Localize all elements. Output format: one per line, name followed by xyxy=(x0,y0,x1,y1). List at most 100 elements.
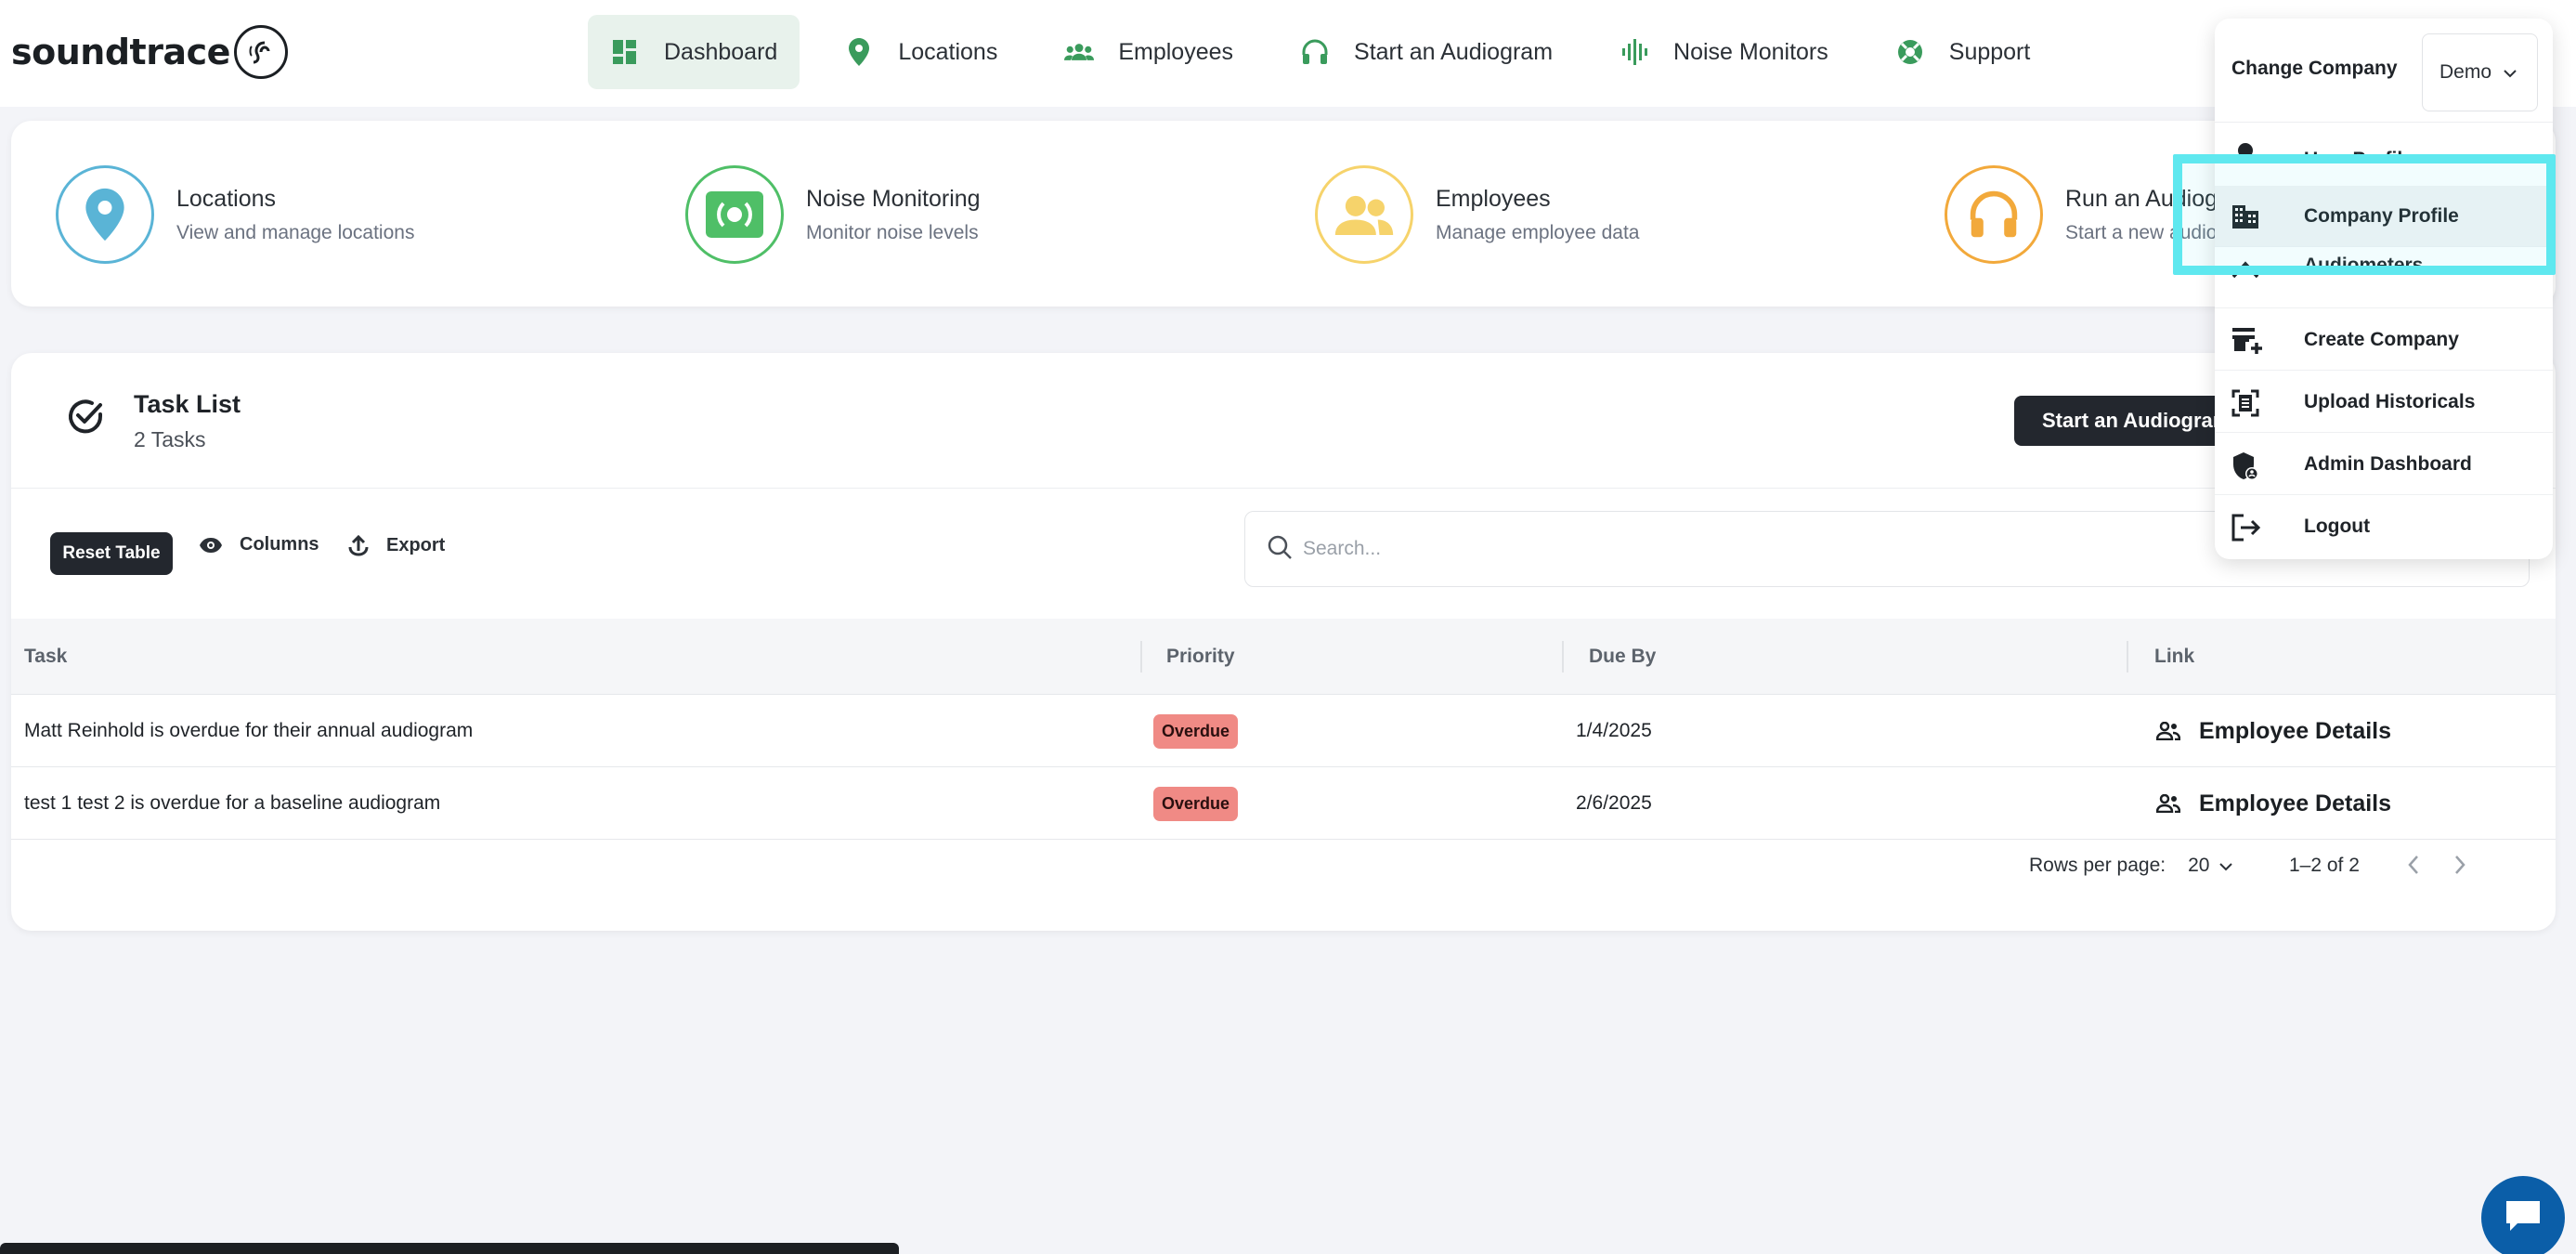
quick-action-subtitle: Monitor noise levels xyxy=(806,221,979,243)
people-icon xyxy=(1315,165,1413,264)
quick-action-locations[interactable]: Locations View and manage locations xyxy=(56,165,414,264)
link-label: Employee Details xyxy=(2199,717,2392,744)
export-icon xyxy=(347,534,370,556)
logout-icon xyxy=(2231,514,2261,547)
column-header-task[interactable]: Task xyxy=(11,619,67,695)
ear-icon xyxy=(233,25,288,79)
rows-per-page-label: Rows per page: xyxy=(2029,855,2166,876)
task-list-header: Task List 2 Tasks Start an Audiogram xyxy=(11,353,2556,489)
bottom-toast-bar xyxy=(0,1243,899,1254)
task-list-card: Task List 2 Tasks Start an Audiogram Res… xyxy=(11,353,2556,931)
menu-item-label: Upload Historicals xyxy=(2304,390,2476,412)
prev-page-button[interactable] xyxy=(2407,855,2420,875)
selection-highlight xyxy=(2173,154,2556,275)
location-pin-icon xyxy=(844,37,874,67)
headphones-icon xyxy=(1945,165,2043,264)
columns-button[interactable]: Columns xyxy=(199,534,319,555)
chevron-down-icon xyxy=(2503,61,2517,84)
company-select[interactable]: Demo xyxy=(2422,33,2538,111)
priority-cell: Overdue xyxy=(1153,695,1239,767)
lifebuoy-icon xyxy=(1895,37,1925,67)
sound-wave-icon xyxy=(1620,37,1649,67)
people-icon xyxy=(1064,37,1095,67)
column-header-due-by[interactable]: Due By xyxy=(1576,619,1656,695)
menu-item-upload-historicals[interactable]: Upload Historicals xyxy=(2215,372,2553,433)
overdue-badge: Overdue xyxy=(1153,713,1239,749)
export-label: Export xyxy=(386,534,446,555)
admin-shield-icon xyxy=(2231,451,2259,487)
rows-per-page: Rows per page: 20 xyxy=(2029,855,2233,877)
quick-action-employees[interactable]: Employees Manage employee data xyxy=(1315,165,1640,264)
link-label: Employee Details xyxy=(2199,790,2392,816)
task-cell: test 1 test 2 is overdue for a baseline … xyxy=(24,792,441,814)
employee-details-link[interactable]: Employee Details xyxy=(2156,767,2391,840)
chevron-right-icon xyxy=(2455,856,2465,874)
nav-locations[interactable]: Locations xyxy=(822,15,1020,89)
chat-widget-button[interactable] xyxy=(2481,1176,2565,1254)
chevron-down-icon xyxy=(2218,855,2233,877)
due-date-cell: 2/6/2025 xyxy=(1576,792,1652,814)
column-divider[interactable] xyxy=(1562,641,1564,673)
task-cell: Matt Reinhold is overdue for their annua… xyxy=(24,720,474,741)
menu-item-label: Create Company xyxy=(2304,328,2459,350)
column-header-link[interactable]: Link xyxy=(2141,619,2194,695)
menu-item-logout[interactable]: Logout xyxy=(2215,496,2553,557)
quick-action-title: Locations xyxy=(176,185,277,212)
column-header-priority[interactable]: Priority xyxy=(1153,619,1235,695)
page-range: 1–2 of 2 xyxy=(2289,855,2360,876)
nav-label: Start an Audiogram xyxy=(1354,38,1554,65)
nav-start-audiogram[interactable]: Start an Audiogram xyxy=(1278,15,1575,89)
menu-item-admin-dashboard[interactable]: Admin Dashboard xyxy=(2215,434,2553,495)
company-select-value: Demo xyxy=(2439,61,2492,83)
rows-per-page-value: 20 xyxy=(2188,855,2210,876)
headphones-icon xyxy=(1300,37,1330,67)
noise-monitor-icon xyxy=(685,165,784,264)
location-pin-icon xyxy=(56,165,154,264)
check-circle-icon xyxy=(65,396,106,441)
quick-action-noise-monitoring[interactable]: Noise Monitoring Monitor noise levels xyxy=(685,165,981,264)
nav-employees[interactable]: Employees xyxy=(1042,15,1255,89)
change-company-label: Change Company xyxy=(2231,58,2398,79)
people-icon xyxy=(2156,722,2180,740)
nav-support[interactable]: Support xyxy=(1873,15,2053,89)
quick-action-title: Employees xyxy=(1436,185,1551,212)
document-scan-icon xyxy=(2231,389,2259,423)
eye-icon xyxy=(199,537,223,554)
quick-action-title: Noise Monitoring xyxy=(806,185,981,212)
brand-name: soundtrace xyxy=(11,32,230,72)
quick-action-subtitle: View and manage locations xyxy=(176,221,415,243)
logo[interactable]: soundtrace xyxy=(11,24,288,80)
account-menu: Change Company Demo User Profile Company… xyxy=(2215,19,2553,559)
priority-cell: Overdue xyxy=(1153,767,1239,840)
export-button[interactable]: Export xyxy=(347,534,445,556)
table-header: Task Priority Due By Link xyxy=(11,619,2556,695)
nav-label: Support xyxy=(1948,38,2031,65)
search-icon xyxy=(1268,535,1292,564)
columns-label: Columns xyxy=(240,534,319,555)
menu-item-create-company[interactable]: Create Company xyxy=(2215,309,2553,371)
menu-item-label: Logout xyxy=(2304,516,2371,537)
nav-label: Dashboard xyxy=(664,38,778,65)
reset-table-button[interactable]: Reset Table xyxy=(50,532,173,575)
overdue-badge: Overdue xyxy=(1153,786,1239,821)
people-icon xyxy=(2156,794,2180,813)
menu-item-label: Admin Dashboard xyxy=(2304,452,2472,475)
quick-action-subtitle: Manage employee data xyxy=(1436,221,1640,243)
table-row[interactable]: test 1 test 2 is overdue for a baseline … xyxy=(11,767,2556,840)
nav-label: Noise Monitors xyxy=(1673,38,1828,65)
nav-noise-monitors[interactable]: Noise Monitors xyxy=(1597,15,1851,89)
column-divider[interactable] xyxy=(1140,641,1142,673)
nav-label: Locations xyxy=(898,38,998,65)
rows-per-page-select[interactable]: 20 xyxy=(2188,855,2233,877)
chevron-left-icon xyxy=(2408,856,2418,874)
column-divider[interactable] xyxy=(2127,641,2128,673)
chat-bubble-icon xyxy=(2503,1197,2543,1239)
employee-details-link[interactable]: Employee Details xyxy=(2156,695,2391,767)
table-row[interactable]: Matt Reinhold is overdue for their annua… xyxy=(11,695,2556,767)
dashboard-icon xyxy=(610,37,640,67)
add-store-icon xyxy=(2231,327,2263,360)
nav-dashboard[interactable]: Dashboard xyxy=(588,15,800,89)
task-count: 2 Tasks xyxy=(134,427,206,451)
next-page-button[interactable] xyxy=(2453,855,2466,875)
due-date-cell: 1/4/2025 xyxy=(1576,720,1652,741)
